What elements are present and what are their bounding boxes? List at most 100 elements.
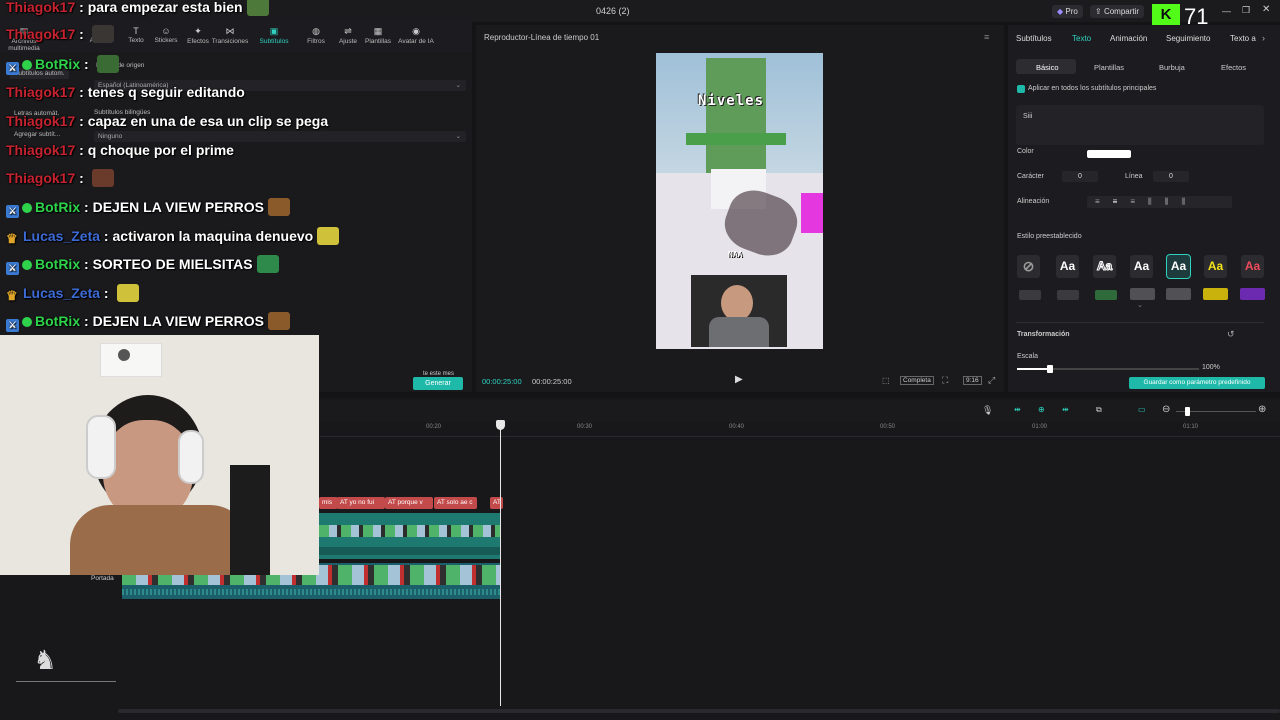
zoom-out-icon[interactable]: ⊖ <box>1162 404 1170 415</box>
color-swatch[interactable] <box>1087 150 1131 158</box>
scale-slider[interactable] <box>1017 365 1199 373</box>
chat-username[interactable]: BotRix <box>35 313 80 329</box>
link-icon[interactable]: ⇹ <box>1014 405 1021 414</box>
playhead-handle[interactable] <box>496 420 505 430</box>
chat-username[interactable]: Lucas_Zeta <box>23 285 100 301</box>
menu-icon[interactable]: ≡ <box>984 32 989 42</box>
align-bottom-icon[interactable]: ⫼ <box>1181 197 1198 206</box>
chat-username[interactable]: Thiagok17 <box>6 113 75 129</box>
preset-style[interactable]: Aa <box>1093 255 1116 278</box>
toolbar-subtitles[interactable]: ▣ Subtítulos <box>254 26 294 45</box>
play-icon[interactable]: ▶ <box>735 374 743 385</box>
apply-all-checkbox[interactable] <box>1017 85 1025 93</box>
preset-style[interactable]: Aa <box>1056 255 1079 278</box>
chat-username[interactable]: Thiagok17 <box>6 0 75 15</box>
chat-username[interactable]: BotRix <box>35 256 80 272</box>
tab-subttulos[interactable]: Subtítulos <box>1016 34 1052 43</box>
pro-button[interactable]: ◆ Pro <box>1052 5 1083 18</box>
video-facecam <box>691 275 787 347</box>
complete-button[interactable]: Completa <box>900 376 934 385</box>
magnet-icon[interactable]: ⊕ <box>1038 405 1045 414</box>
save-default-button[interactable]: Guardar como parámetro predefinido <box>1129 377 1265 389</box>
align-vcenter-icon[interactable]: ⫼ <box>1165 197 1182 206</box>
toolbar-transitions[interactable]: ⋈ Transiciones <box>210 26 250 45</box>
preset-style[interactable]: Aa <box>1204 255 1227 278</box>
align-left-icon[interactable]: ≡ <box>1095 197 1113 206</box>
chat-username[interactable]: Lucas_Zeta <box>23 228 100 244</box>
cover-label[interactable]: Portada <box>91 575 114 582</box>
preset-style[interactable]: Aa <box>1130 255 1153 278</box>
zoom-slider-handle[interactable] <box>1185 407 1190 416</box>
tab-textoa[interactable]: Texto a <box>1230 34 1256 43</box>
caption-clip[interactable]: AT yo no fui <box>337 497 385 509</box>
toolbar-avatar[interactable]: ◉ Avatar de IA <box>396 26 436 45</box>
maximize-icon[interactable]: ❐ <box>1242 5 1250 16</box>
playhead[interactable] <box>500 422 501 706</box>
preset-style[interactable]: Aa <box>1166 254 1191 279</box>
fullscreen-icon[interactable]: ⤢ <box>988 375 995 386</box>
align-center-icon[interactable]: ≡ <box>1113 197 1131 206</box>
scale-value[interactable]: 100% <box>1202 364 1220 371</box>
chat-username[interactable]: BotRix <box>35 56 80 72</box>
tab-seguimiento[interactable]: Seguimiento <box>1166 34 1210 43</box>
align-vertical-icon[interactable]: ⫼ <box>1148 197 1165 206</box>
char-label: Carácter <box>1017 173 1044 180</box>
tab-texto[interactable]: Texto <box>1072 34 1091 43</box>
preset-style[interactable]: Aa <box>1241 255 1264 278</box>
chat-separator: : <box>100 228 113 244</box>
close-icon[interactable]: ✕ <box>1262 4 1270 15</box>
alignment-buttons[interactable]: ≡≡≡⫼⫼⫼ <box>1087 196 1232 208</box>
verified-badge-icon <box>22 260 32 270</box>
avatar-icon: ◉ <box>412 26 420 36</box>
char-spacing-input[interactable]: 0 <box>1062 171 1098 182</box>
preset-row-2[interactable] <box>1017 288 1265 300</box>
toolbar-templates[interactable]: ▦ Plantillas <box>358 26 398 45</box>
fit-icon[interactable]: ⛶ <box>942 375 948 386</box>
timeline-scrollbar[interactable] <box>118 709 1280 713</box>
zoom-in-icon[interactable]: ⊕ <box>1258 404 1266 415</box>
text-input[interactable]: Siii <box>1016 105 1264 145</box>
video-preview: Niveles NAA <box>656 53 823 349</box>
chat-username[interactable]: Thiagok17 <box>6 84 75 100</box>
caption-clip[interactable]: AT solo ae c <box>434 497 477 509</box>
chat-username[interactable]: Thiagok17 <box>6 170 75 186</box>
preset-none-icon[interactable]: ⊘ <box>1017 255 1040 278</box>
chevron-down-icon[interactable]: ⌄ <box>1137 301 1143 309</box>
caption-clip[interactable]: mis <box>319 497 338 509</box>
chevron-right-icon[interactable]: › <box>1262 33 1265 43</box>
share-button[interactable]: ⇪ Compartir <box>1090 5 1145 18</box>
split-icon[interactable]: ⧉ <box>1096 405 1102 415</box>
chat-message: ⚔ BotRix : DEJEN LA VIEW PERROS <box>6 309 290 333</box>
caption-clip[interactable]: AT porque v <box>385 497 433 509</box>
chat-username[interactable]: Thiagok17 <box>6 26 75 42</box>
scale-slider-handle[interactable] <box>1047 365 1053 373</box>
verified-badge-icon <box>22 317 32 327</box>
generate-button[interactable]: Generar <box>413 377 463 390</box>
chat-username[interactable]: BotRix <box>35 199 80 215</box>
align-right-icon[interactable]: ≡ <box>1130 197 1148 206</box>
crop-icon[interactable]: ⬚ <box>882 376 890 385</box>
chat-text: DEJEN LA VIEW PERROS <box>92 313 264 329</box>
snap-icon[interactable]: ⇹ <box>1062 405 1069 414</box>
subtab-efectos[interactable]: Efectos <box>1221 63 1246 72</box>
ratio-button[interactable]: 9:16 <box>963 376 982 385</box>
mod-badge-icon: ⚔ <box>6 62 19 75</box>
color-label: Color <box>1017 148 1034 155</box>
minimize-icon[interactable]: — <box>1222 6 1231 16</box>
line-spacing-input[interactable]: 0 <box>1153 171 1189 182</box>
mod-badge-icon: ⚔ <box>6 262 19 275</box>
transform-label[interactable]: Transformación <box>1017 331 1070 338</box>
subtab-plantillas[interactable]: Plantillas <box>1094 63 1124 72</box>
subtab-burbuja[interactable]: Burbuja <box>1159 63 1185 72</box>
preview-axis-icon[interactable]: ▭ <box>1138 405 1146 414</box>
caption-clip[interactable]: AT <box>490 497 503 509</box>
tab-animacin[interactable]: Animación <box>1110 34 1147 43</box>
microphone-icon[interactable]: 🎙 <box>982 405 993 416</box>
subtab-bsico[interactable]: Básico <box>1036 63 1059 72</box>
chat-username[interactable]: Thiagok17 <box>6 142 75 158</box>
video-clip-track[interactable] <box>319 513 500 559</box>
reset-icon[interactable]: ↺ <box>1227 329 1235 340</box>
chat-text: activaron la maquina denuevo <box>112 228 314 244</box>
chair <box>230 465 270 575</box>
chat-text: capaz en una de esa un clip se pega <box>87 113 329 129</box>
